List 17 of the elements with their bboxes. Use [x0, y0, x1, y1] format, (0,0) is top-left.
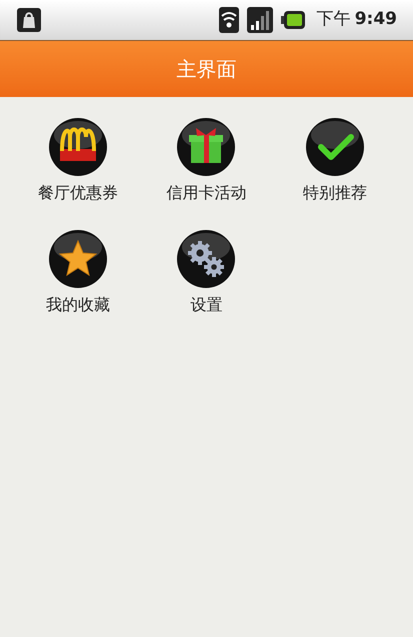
menu-tile[interactable]: 我的收藏 — [14, 229, 142, 317]
wifi-icon — [218, 7, 239, 33]
star-icon — [58, 240, 98, 276]
clock-time: 9:49 — [354, 8, 397, 32]
menu-tile[interactable]: 餐厅优惠券 — [14, 117, 142, 205]
menu-tile[interactable]: 特别推荐 — [270, 117, 399, 205]
gift-icon — [189, 128, 224, 163]
signal-icon — [246, 7, 273, 33]
menu-tile[interactable]: 信用卡活动 — [142, 117, 271, 205]
battery-icon — [280, 11, 305, 29]
shopping-bag-icon — [16, 7, 42, 33]
menu-tile[interactable]: 设置 — [142, 229, 271, 317]
gears-icon — [188, 241, 224, 277]
screen-title: 主界面 — [176, 56, 236, 83]
time-period: 下午 — [316, 8, 351, 32]
arches-logo-icon — [60, 128, 96, 161]
check-icon — [318, 134, 354, 160]
